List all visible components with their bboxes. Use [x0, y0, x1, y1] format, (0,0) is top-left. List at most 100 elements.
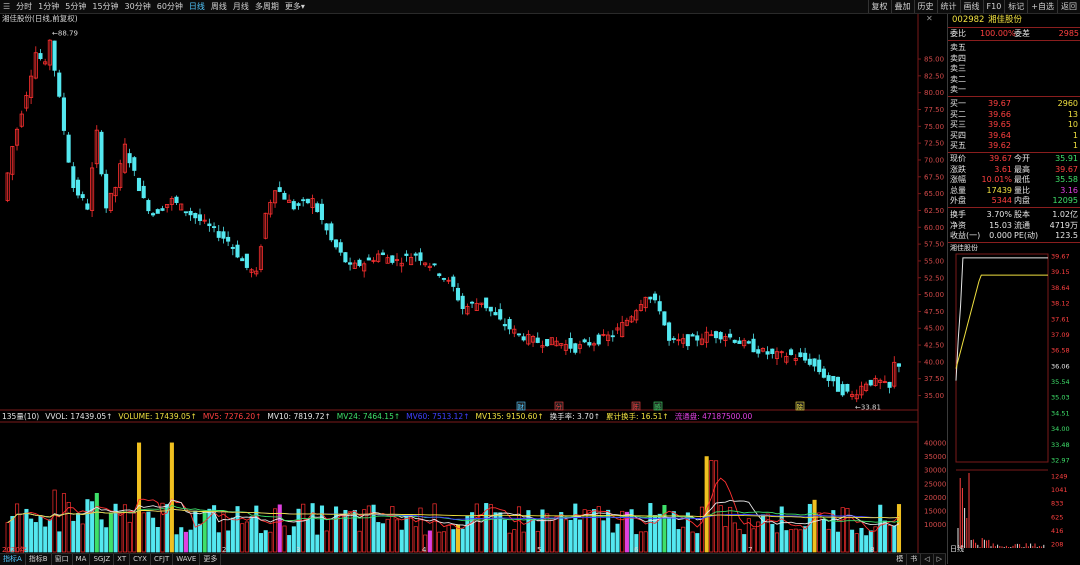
- indicator-tab[interactable]: WAVE: [173, 554, 201, 565]
- volume-bar: [137, 442, 142, 553]
- bottom-control-button[interactable]: 模: [893, 554, 908, 565]
- sell-level-row[interactable]: 卖二: [948, 75, 1080, 85]
- indicator-tab[interactable]: CYX: [130, 554, 151, 565]
- volume-bar: [399, 529, 404, 553]
- buy-level-row[interactable]: 买四 39.64 1: [948, 131, 1080, 141]
- volume-bar: [812, 499, 817, 553]
- volume-bar: [305, 519, 310, 553]
- menu-icon[interactable]: ☰: [0, 0, 13, 13]
- buy-level-label: 买一: [950, 99, 966, 108]
- volume-tick-label: 25000: [924, 480, 946, 488]
- candle-body: [484, 297, 489, 309]
- stat-label: PE(动): [1014, 231, 1039, 240]
- sell-level-row[interactable]: 卖五: [948, 43, 1080, 53]
- indicator-tab[interactable]: CFJT: [151, 554, 174, 565]
- bottom-right-controls: 模书 ◁ ▷: [893, 554, 946, 565]
- candle-body: [193, 213, 198, 219]
- indicator-tab[interactable]: MA: [73, 554, 91, 565]
- price-tick-label: 70.00: [924, 156, 944, 164]
- volume-bar: [427, 530, 432, 553]
- volume-bar: [174, 534, 179, 553]
- indicator-tab[interactable]: 指标A: [0, 554, 26, 565]
- volume-bar: [474, 503, 479, 553]
- indicator-tab[interactable]: 指标B: [26, 554, 52, 565]
- quote-value: 39.67: [1055, 164, 1078, 174]
- period-tab[interactable]: 5分钟: [62, 0, 89, 13]
- quote-label: 外盘: [950, 196, 966, 205]
- stats-row: 换手 3.70% 股本 1.02亿: [948, 210, 1080, 220]
- period-tab[interactable]: 日线: [186, 0, 208, 13]
- volume-bar: [587, 510, 592, 553]
- toolbar-button[interactable]: 返回: [1057, 0, 1080, 13]
- intraday-mini-chart[interactable]: 39.67 39.15 38.64 38.12 37.61 37.09 36.58 36.06…: [948, 252, 1080, 552]
- indicator-name[interactable]: 135量(10): [2, 411, 39, 422]
- candle-body: [380, 252, 385, 255]
- period-tab[interactable]: 分时: [13, 0, 35, 13]
- sell-level-row[interactable]: 卖一: [948, 85, 1080, 95]
- period-tab[interactable]: 60分钟: [154, 0, 186, 13]
- toolbar-button[interactable]: 统计: [936, 0, 960, 13]
- buy-level-row[interactable]: 买五 39.62 1: [948, 141, 1080, 151]
- bottom-control-button[interactable]: ◁: [921, 554, 934, 565]
- toolbar-button[interactable]: +自选: [1027, 0, 1057, 13]
- buy-level-row[interactable]: 买二 39.66 13: [948, 110, 1080, 120]
- volume-tick-label: 20000: [924, 494, 946, 502]
- period-tab[interactable]: 周线: [208, 0, 230, 13]
- candle-body: [488, 306, 493, 312]
- volume-bar: [310, 503, 315, 553]
- toolbar-button[interactable]: F10: [982, 0, 1005, 13]
- bottom-control-button[interactable]: ▷: [934, 554, 946, 565]
- volume-bar: [352, 509, 357, 553]
- volume-bar: [33, 522, 38, 553]
- candle-body: [845, 383, 850, 392]
- period-tab[interactable]: 更多▾: [282, 0, 308, 13]
- toolbar-button[interactable]: 复权: [867, 0, 891, 13]
- event-marker[interactable]: 除: [797, 402, 804, 411]
- quote-value: 3.61: [994, 164, 1012, 174]
- indicator-tab[interactable]: 更多: [200, 554, 222, 565]
- candle-body: [648, 296, 653, 300]
- mini-volume-tick: 833: [1051, 500, 1063, 508]
- indicator-tab[interactable]: XT: [114, 554, 131, 565]
- candle-body: [75, 179, 81, 196]
- period-tab[interactable]: 1分钟: [35, 0, 62, 13]
- toolbar-button[interactable]: 标记: [1004, 0, 1027, 13]
- event-marker[interactable]: 财: [518, 402, 525, 411]
- price-tick-label: 77.50: [924, 106, 944, 114]
- toolbar-button[interactable]: 画线: [959, 0, 983, 13]
- kline-chart[interactable]: 85.00 82.50 80.00 77.50 75.00 72.50 70.00 67.50…: [0, 14, 946, 554]
- sell-level-row[interactable]: 卖三: [948, 64, 1080, 74]
- volume-bar: [798, 529, 803, 553]
- volume-bar: [61, 493, 67, 553]
- quote-value: 35.58: [1055, 175, 1078, 184]
- price-tick-label: 55.00: [924, 257, 944, 265]
- volume-tick-label: 35000: [924, 453, 946, 461]
- toolbar-button[interactable]: 历史: [913, 0, 937, 13]
- toolbar-button[interactable]: 叠加: [890, 0, 914, 13]
- buy-level-label: 买二: [950, 109, 966, 119]
- price-tick-label: 50.00: [924, 291, 944, 299]
- period-tab[interactable]: 15分钟: [89, 0, 121, 13]
- buy-level-row[interactable]: 买一 39.67 2960: [948, 99, 1080, 109]
- volume-bar: [826, 528, 831, 553]
- candle-body: [746, 341, 751, 344]
- indicator-tab[interactable]: SGJZ: [90, 554, 115, 565]
- stat-value: 15.03: [989, 220, 1012, 230]
- candle-body: [657, 301, 662, 312]
- candle-body: [498, 309, 503, 320]
- close-icon[interactable]: ✕: [926, 14, 933, 23]
- candle-body: [230, 246, 235, 249]
- period-tab[interactable]: 多周期: [252, 0, 282, 13]
- candle-body: [343, 252, 348, 263]
- period-tab[interactable]: 30分钟: [122, 0, 154, 13]
- volume-bar: [301, 503, 306, 553]
- candle-body: [282, 192, 287, 200]
- buy-level-row[interactable]: 买三 39.65 10: [948, 120, 1080, 130]
- indicator-tab[interactable]: 窗口: [52, 554, 73, 565]
- sell-level-row[interactable]: 卖四: [948, 54, 1080, 64]
- period-tab[interactable]: 月线: [230, 0, 252, 13]
- candle-body: [470, 301, 475, 304]
- volume-bar: [216, 532, 221, 553]
- bottom-control-button[interactable]: 书: [907, 554, 922, 565]
- price-tick-label: 35.00: [924, 392, 944, 400]
